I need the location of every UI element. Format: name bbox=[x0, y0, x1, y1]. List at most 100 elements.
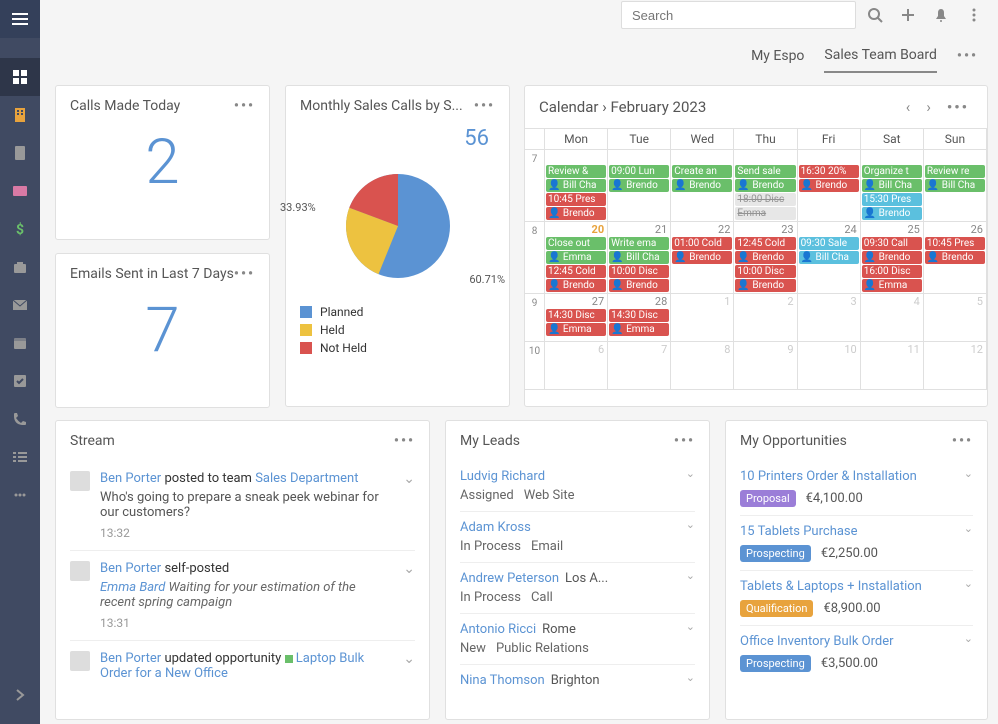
cal-event[interactable]: Create an bbox=[672, 165, 732, 178]
building-icon[interactable] bbox=[0, 96, 40, 134]
cal-event[interactable]: 👤 Brendo bbox=[672, 179, 732, 192]
lead-name-link[interactable]: Andrew Peterson bbox=[460, 571, 559, 586]
cal-cell[interactable]: 1 bbox=[671, 294, 734, 342]
chevron-down-icon[interactable]: ⌄ bbox=[964, 522, 973, 535]
more-icon[interactable] bbox=[0, 476, 40, 514]
cal-event[interactable]: 👤 Brendo bbox=[735, 279, 795, 292]
cal-event[interactable]: Emma bbox=[735, 207, 795, 220]
id-card-icon[interactable] bbox=[0, 172, 40, 210]
cal-cell[interactable]: 4 bbox=[861, 294, 924, 342]
cal-event[interactable]: 👤 Brendo bbox=[546, 279, 606, 292]
panel-menu-icon[interactable]: ••• bbox=[394, 433, 415, 449]
cal-event[interactable]: 👤 Emma bbox=[609, 323, 669, 336]
cal-event[interactable]: 10:00 Disc bbox=[609, 265, 669, 278]
cal-cell[interactable]: 8 bbox=[671, 342, 734, 390]
lead-name-link[interactable]: Antonio Ricci bbox=[460, 622, 536, 637]
tab-sales-board[interactable]: Sales Team Board bbox=[824, 47, 936, 73]
cal-event[interactable]: Close out bbox=[546, 237, 606, 250]
cal-event[interactable]: 01:00 Cold bbox=[672, 237, 732, 250]
search-icon[interactable] bbox=[861, 1, 889, 29]
cal-cell[interactable]: 2714:30 Disc👤 Emma bbox=[545, 294, 608, 342]
cal-cell[interactable]: 09:00 Lun👤 Brendo bbox=[608, 150, 671, 222]
cal-event[interactable]: 09:30 Sale bbox=[799, 237, 859, 250]
plus-icon[interactable] bbox=[894, 1, 922, 29]
cal-cell[interactable]: 6 bbox=[545, 342, 608, 390]
cal-event[interactable]: 14:30 Disc bbox=[546, 309, 606, 322]
cal-cell[interactable]: 16:30 20%👤 Brendo bbox=[798, 150, 861, 222]
cal-cell[interactable]: 7 bbox=[608, 342, 671, 390]
cal-next-icon[interactable]: › bbox=[922, 98, 935, 116]
cal-cell[interactable]: Organize t👤 Bill Cha15:30 Pres👤 Brendo bbox=[861, 150, 924, 222]
cal-event[interactable]: 👤 Bill Cha bbox=[609, 251, 669, 264]
cal-cell[interactable]: 2201:00 Cold👤 Brendo bbox=[671, 222, 734, 294]
cal-cell[interactable]: 2 bbox=[734, 294, 797, 342]
cal-event[interactable]: 👤 Bill Cha bbox=[862, 179, 922, 192]
cal-event[interactable]: 16:30 20% bbox=[799, 165, 859, 178]
cal-event[interactable]: 👤 Brendo bbox=[862, 207, 922, 220]
cal-cell[interactable]: 2814:30 Disc👤 Emma bbox=[608, 294, 671, 342]
cal-cell[interactable]: 12 bbox=[924, 342, 987, 390]
cal-cell[interactable]: 2409:30 Sale👤 Bill Cha bbox=[798, 222, 861, 294]
cal-event[interactable]: 👤 Bill Cha bbox=[799, 251, 859, 264]
cal-cell[interactable]: Send sale👤 Brendo18:00 DiscEmma bbox=[734, 150, 797, 222]
lead-name-link[interactable]: Nina Thomson bbox=[460, 673, 545, 688]
user-link[interactable]: Ben Porter bbox=[100, 471, 161, 486]
cal-event[interactable]: Organize t bbox=[862, 165, 922, 178]
cal-event[interactable]: 👤 Brendo bbox=[609, 279, 669, 292]
cal-event[interactable]: 09:00 Lun bbox=[609, 165, 669, 178]
cal-cell[interactable]: Review &👤 Bill Cha10:45 Pres👤 Brendo bbox=[545, 150, 608, 222]
chevron-down-icon[interactable]: ⌄ bbox=[686, 518, 695, 531]
briefcase-icon[interactable] bbox=[0, 248, 40, 286]
cal-event[interactable]: Review & bbox=[546, 165, 606, 178]
cal-prev-icon[interactable]: ‹ bbox=[902, 98, 915, 116]
cal-event[interactable]: 👤 Brendo bbox=[735, 179, 795, 192]
opp-name-link[interactable]: Office Inventory Bulk Order bbox=[740, 634, 973, 649]
cal-event[interactable]: 👤 Brendo bbox=[862, 251, 922, 264]
cal-cell[interactable]: 11 bbox=[861, 342, 924, 390]
kebab-icon[interactable] bbox=[960, 1, 988, 29]
chevron-down-icon[interactable]: ⌄ bbox=[964, 577, 973, 590]
cal-cell[interactable]: 3 bbox=[798, 294, 861, 342]
cal-event[interactable]: 10:45 Pres bbox=[546, 193, 606, 206]
cal-event[interactable]: 14:30 Disc bbox=[609, 309, 669, 322]
opp-name-link[interactable]: Tablets & Laptops + Installation bbox=[740, 579, 973, 594]
cal-event[interactable]: 👤 Brendo bbox=[672, 251, 732, 264]
dollar-icon[interactable]: $ bbox=[0, 210, 40, 248]
cal-event[interactable]: 12:45 Cold bbox=[546, 265, 606, 278]
chevron-down-icon[interactable]: ⌄ bbox=[686, 671, 695, 684]
cal-event[interactable]: 👤 Brendo bbox=[799, 179, 859, 192]
cal-event[interactable]: 09:30 Call bbox=[862, 237, 922, 250]
dashboard-icon[interactable] bbox=[0, 58, 40, 96]
cal-event[interactable]: 👤 Brendo bbox=[735, 251, 795, 264]
lead-name-link[interactable]: Adam Kross bbox=[460, 520, 531, 535]
cal-event[interactable]: 10:00 Disc bbox=[735, 265, 795, 278]
cal-cell[interactable]: 21Write ema👤 Bill Cha10:00 Disc👤 Brendo bbox=[608, 222, 671, 294]
user-link[interactable]: Ben Porter bbox=[100, 561, 161, 576]
target-link[interactable]: Sales Department bbox=[255, 471, 358, 486]
cal-cell[interactable]: 2610:45 Pres👤 Brendo bbox=[924, 222, 987, 294]
cal-event[interactable]: 18:00 Disc bbox=[735, 193, 795, 206]
cal-event[interactable]: 👤 Brendo bbox=[609, 179, 669, 192]
contact-icon[interactable] bbox=[0, 134, 40, 172]
phone-icon[interactable] bbox=[0, 400, 40, 438]
panel-menu-icon[interactable]: ••• bbox=[474, 98, 495, 114]
cal-event[interactable]: 👤 Bill Cha bbox=[546, 179, 606, 192]
cal-cell[interactable]: Review re👤 Bill Cha bbox=[924, 150, 987, 222]
cal-cell[interactable]: Create an👤 Brendo bbox=[671, 150, 734, 222]
lead-name-link[interactable]: Ludvig Richard bbox=[460, 469, 545, 484]
chevron-down-icon[interactable]: ⌄ bbox=[964, 632, 973, 645]
cal-event[interactable]: 16:00 Disc bbox=[862, 265, 922, 278]
tab-my-espo[interactable]: My Espo bbox=[751, 48, 804, 72]
opp-name-link[interactable]: 15 Tablets Purchase bbox=[740, 524, 973, 539]
cal-event[interactable]: Write ema bbox=[609, 237, 669, 250]
search-input[interactable] bbox=[621, 1, 856, 29]
chevron-down-icon[interactable]: ⌄ bbox=[403, 651, 415, 681]
cal-event[interactable]: 👤 Brendo bbox=[546, 207, 606, 220]
panel-menu-icon[interactable]: ••• bbox=[674, 433, 695, 449]
cal-event[interactable]: 👤 Brendo bbox=[925, 251, 985, 264]
panel-menu-icon[interactable]: ••• bbox=[234, 98, 255, 114]
calendar-icon[interactable] bbox=[0, 324, 40, 362]
tab-more-icon[interactable]: ••• bbox=[957, 48, 978, 72]
opp-name-link[interactable]: 10 Printers Order & Installation bbox=[740, 469, 973, 484]
cal-event[interactable]: 👤 Bill Cha bbox=[925, 179, 985, 192]
